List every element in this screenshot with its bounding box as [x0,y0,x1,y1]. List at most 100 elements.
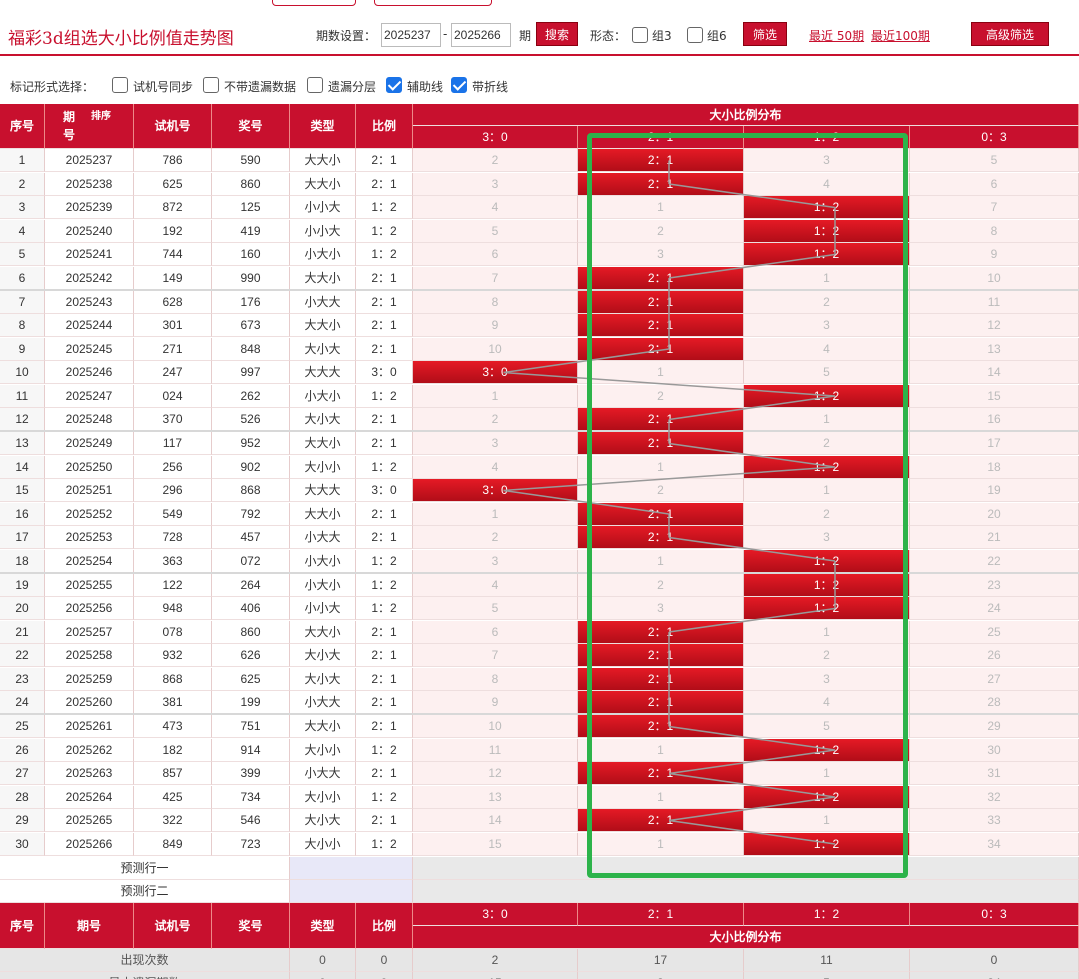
cell-prize: 751 [212,715,290,738]
recent-50-link[interactable]: 最近 50期 [809,27,864,44]
predict-label: 预测行一 [0,857,290,880]
stats-val: 0 [910,949,1079,972]
cell-seq: 6 [0,266,45,290]
footer-header-issue: 期号 [45,903,134,949]
cell-ratio: 1：2 [356,597,413,620]
dist-miss-cell: 1 [744,266,910,290]
dist-hit-cell: 2：1 [578,620,744,644]
checkbox-no-miss[interactable] [203,77,219,93]
dist-miss-cell: 18 [910,455,1079,479]
table-row: 5 2025241 744 160 小大小 1：2 6 3 1：2 9 [0,243,1079,266]
cell-type: 大大小 [290,432,356,455]
cell-issue: 2025253 [45,526,134,549]
checkbox-polyline[interactable] [451,77,467,93]
advanced-filter-button[interactable]: 高级筛选 [971,22,1049,46]
predict-row: 预测行二 [0,880,1079,903]
cell-prize: 546 [212,809,290,832]
dist-miss-cell: 8 [413,290,578,314]
cell-seq: 25 [0,715,45,738]
cell-type: 大大大 [290,479,356,502]
cell-ratio: 1：2 [356,573,413,597]
header-prize: 奖号 [212,104,290,149]
cell-test: 473 [134,715,212,738]
cell-issue: 2025240 [45,219,134,243]
table-row: 26 2025262 182 914 大小小 1：2 11 1 1：2 30 [0,738,1079,762]
predict-label: 预测行二 [0,880,290,903]
dist-miss-cell: 3 [744,526,910,549]
dist-miss-cell: 11 [413,738,578,762]
dist-miss-cell: 1 [578,738,744,762]
group3-checkbox[interactable] [632,27,648,43]
dist-miss-cell: 24 [910,597,1079,620]
cell-prize: 734 [212,785,290,809]
cell-seq: 29 [0,809,45,832]
dist-miss-cell: 10 [413,337,578,361]
cell-seq: 17 [0,526,45,549]
checkbox-test-sync[interactable] [112,77,128,93]
checkbox-aux-line[interactable] [386,77,402,93]
cell-issue: 2025261 [45,715,134,738]
dist-miss-cell: 6 [910,172,1079,196]
table-row: 25 2025261 473 751 大大小 2：1 10 2：1 5 29 [0,715,1079,738]
dist-miss-cell: 30 [910,738,1079,762]
cell-test: 301 [134,314,212,337]
cell-issue: 2025247 [45,384,134,408]
cell-test: 932 [134,644,212,667]
period-end-input[interactable] [451,23,511,47]
search-button[interactable]: 搜索 [536,22,578,46]
marker-label: 标记形式选择： [10,80,95,94]
header-issue[interactable]: 期号 排序 [45,104,134,149]
dist-miss-cell: 4 [413,455,578,479]
cell-issue: 2025252 [45,502,134,526]
dist-hit-cell: 2：1 [578,337,744,361]
cell-ratio: 2：1 [356,809,413,832]
dist-miss-cell: 12 [910,314,1079,337]
dist-miss-cell: 1 [578,549,744,573]
checkbox-miss-layer[interactable] [307,77,323,93]
cell-issue: 2025259 [45,667,134,691]
cell-type: 大小小 [290,785,356,809]
cell-test: 625 [134,172,212,196]
cell-type: 小大大 [290,290,356,314]
recent-100-link[interactable]: 最近100期 [871,27,930,44]
top-tab-left[interactable] [272,0,356,6]
dist-miss-cell: 1 [413,384,578,408]
predict-dist[interactable] [413,880,1079,903]
stats-val: 15 [413,972,578,979]
cell-ratio: 1：2 [356,738,413,762]
filter-button[interactable]: 筛选 [743,22,787,46]
sort-link[interactable]: 排序 [91,110,111,124]
dist-miss-cell: 2 [744,290,910,314]
table-row: 6 2025242 149 990 大大小 2：1 7 2：1 1 10 [0,266,1079,290]
predict-input[interactable] [290,880,413,903]
cell-test: 192 [134,219,212,243]
option-polyline: 带折线 [472,80,509,94]
dist-miss-cell: 34 [910,832,1079,856]
cell-seq: 20 [0,597,45,620]
cell-seq: 22 [0,644,45,667]
dist-hit-cell: 1：2 [744,243,910,266]
dist-miss-cell: 33 [910,809,1079,832]
predict-dist[interactable] [413,857,1079,880]
table-row: 27 2025263 857 399 小大大 2：1 12 2：1 1 31 [0,762,1079,785]
predict-input[interactable] [290,857,413,880]
dist-miss-cell: 13 [910,337,1079,361]
cell-prize: 399 [212,762,290,785]
cell-issue: 2025263 [45,762,134,785]
cell-issue: 2025242 [45,266,134,290]
group6-checkbox[interactable] [687,27,703,43]
cell-test: 381 [134,691,212,714]
dist-miss-cell: 19 [910,479,1079,502]
cell-seq: 5 [0,243,45,266]
period-start-input[interactable] [381,23,441,47]
cell-seq: 15 [0,479,45,502]
cell-seq: 28 [0,785,45,809]
cell-prize: 860 [212,620,290,644]
cell-test: 868 [134,667,212,691]
dist-hit-cell: 1：2 [744,384,910,408]
cell-prize: 419 [212,219,290,243]
dist-miss-cell: 2 [744,644,910,667]
top-tab-right[interactable] [374,0,492,6]
stats-label: 最大遗漏期数 [0,972,290,979]
stats-val: 34 [910,972,1079,979]
